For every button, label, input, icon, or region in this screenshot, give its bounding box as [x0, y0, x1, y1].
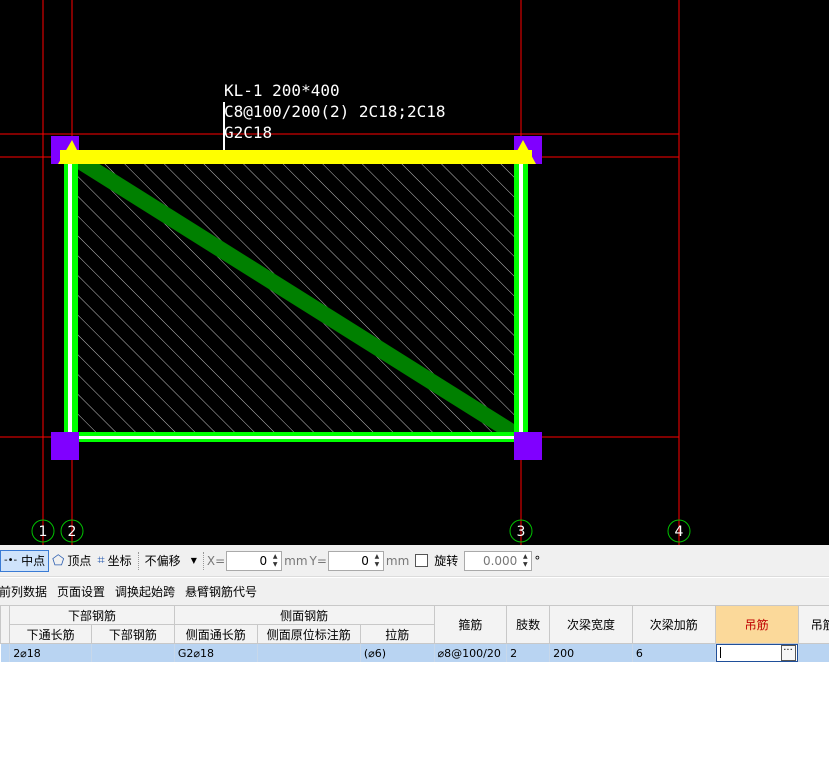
axis-label-4: 4	[675, 524, 684, 540]
row-selector[interactable]	[0, 643, 11, 662]
left-beam-core	[68, 160, 72, 438]
drawing-canvas[interactable]: 1 2 3 4 KL-1 200*400 C8@100/200(2) 2C18;…	[0, 0, 829, 545]
cell-secondary-extra[interactable]: 6	[632, 643, 716, 662]
row-header-corner	[0, 605, 11, 644]
column-header-hanger[interactable]: 吊筋	[714, 605, 799, 644]
table-row[interactable]: 2⌀18 G2⌀18 (⌀6) ⌀8@100/20 2 200 6 ···	[0, 643, 829, 662]
group-header-side-rebar: 侧面钢筋	[173, 605, 435, 625]
degree-symbol: °	[534, 553, 541, 568]
menu-item-page-setup[interactable]: 页面设置	[57, 583, 105, 600]
menu-item-cantilever-code[interactable]: 悬臂钢筋代号	[185, 583, 257, 600]
menu-item-swap-start-span[interactable]: 调换起始跨	[115, 583, 175, 600]
menu-item-copy-column[interactable]: 前列数据	[0, 583, 47, 600]
offset-mode-value: 不偏移	[144, 554, 181, 568]
coordinate-icon: ⌗	[97, 553, 105, 568]
beam-label-line1: KL-1 200*400	[224, 81, 340, 100]
beam-label-line3: G2C18	[224, 123, 273, 142]
ellipsis-button[interactable]: ···	[780, 645, 796, 661]
grid-menu-bar: 前列数据 页面设置 调换起始跨 悬臂钢筋代号	[0, 578, 829, 605]
rotate-angle-stepper[interactable]: ▲ ▼	[520, 553, 530, 569]
column-header-legs[interactable]: 肢数	[506, 605, 551, 644]
rotate-label: 旋转	[434, 554, 459, 568]
column-bottom-right[interactable]	[514, 432, 542, 460]
x-unit: mm	[284, 553, 308, 568]
cell-side-continuous[interactable]: G2⌀18	[174, 643, 258, 662]
vertex-snap-button[interactable]: ⬠ 顶点	[49, 550, 94, 572]
beam-label-line2: C8@100/200(2) 2C18;2C18	[224, 102, 446, 121]
rotate-angle-input[interactable]: 0.000 ▲ ▼	[464, 550, 533, 571]
x-offset-stepper[interactable]: ▲ ▼	[270, 553, 280, 569]
column-header-secondary-extra[interactable]: 次梁加筋	[631, 605, 716, 644]
coordinate-snap-button[interactable]: ⌗ 坐标	[94, 550, 134, 572]
cell-side-original[interactable]	[257, 643, 361, 662]
axis-bubbles: 1 2 3 4	[31, 519, 691, 543]
x-label: X=	[206, 553, 226, 568]
beam-property-grid: 下部钢筋 侧面钢筋 箍筋 肢数 次梁宽度 次梁加筋 吊筋 吊筋锚 下通长筋 下部…	[0, 605, 829, 662]
cell-hanger-editor[interactable]: ···	[715, 643, 799, 662]
column-header-tie-bar[interactable]: 拉筋	[359, 624, 435, 644]
offset-mode-select[interactable]: 不偏移 ▼	[142, 550, 200, 572]
coordinate-label: 坐标	[107, 554, 132, 568]
column-header-hanger-anchor[interactable]: 吊筋锚	[797, 605, 829, 644]
right-beam-core	[519, 160, 523, 438]
axis-label-2: 2	[68, 524, 77, 540]
toolbar-separator	[202, 551, 204, 570]
snap-toolbar: -•- 中点 ⬠ 顶点 ⌗ 坐标 不偏移 ▼ X= 0 ▲ ▼ mm Y= 0 ▲…	[0, 545, 829, 577]
midpoint-icon: -•-	[4, 555, 18, 566]
bottom-beam-core	[72, 436, 520, 439]
column-bottom-left[interactable]	[51, 432, 79, 460]
cell-legs[interactable]: 2	[506, 643, 551, 662]
column-header-side-continuous[interactable]: 侧面通长筋	[173, 624, 258, 644]
column-header-stirrup[interactable]: 箍筋	[433, 605, 508, 644]
y-unit: mm	[385, 553, 410, 568]
text-caret	[719, 647, 721, 658]
cell-bottom-rebar[interactable]	[91, 643, 175, 662]
y-offset-stepper[interactable]: ▲ ▼	[372, 553, 382, 569]
drawing-svg[interactable]: 1 2 3 4	[0, 0, 829, 545]
cell-stirrup[interactable]: ⌀8@100/20	[434, 643, 508, 662]
y-label: Y=	[309, 553, 327, 568]
selected-beam-kl1[interactable]	[60, 150, 532, 164]
axis-label-3: 3	[517, 524, 526, 540]
column-header-side-original[interactable]: 侧面原位标注筋	[256, 624, 361, 644]
chevron-down-icon: ▼	[190, 556, 197, 565]
vertex-label: 顶点	[67, 554, 92, 568]
cell-hanger-anchor[interactable]	[798, 643, 829, 662]
y-offset-input[interactable]: 0 ▲ ▼	[327, 550, 384, 571]
cell-bottom-continuous[interactable]: 2⌀18	[9, 643, 92, 662]
midpoint-snap-button[interactable]: -•- 中点	[0, 549, 50, 572]
group-header-bottom-rebar: 下部钢筋	[9, 605, 175, 625]
axis-label-1: 1	[39, 524, 48, 540]
vertex-icon: ⬠	[52, 552, 65, 569]
toolbar-separator	[137, 551, 139, 570]
rotate-checkbox[interactable]	[415, 554, 429, 567]
column-header-secondary-width[interactable]: 次梁宽度	[549, 605, 633, 644]
x-offset-value: 0	[259, 553, 268, 568]
cell-secondary-width[interactable]: 200	[549, 643, 633, 662]
y-offset-value: 0	[361, 553, 369, 568]
midpoint-label: 中点	[21, 554, 46, 568]
hanger-input[interactable]: ···	[715, 644, 798, 662]
x-offset-input[interactable]: 0 ▲ ▼	[226, 550, 283, 571]
column-header-bottom-rebar[interactable]: 下部钢筋	[90, 624, 175, 644]
column-header-bottom-continuous[interactable]: 下通长筋	[9, 624, 92, 644]
rotate-angle-value: 0.000	[482, 553, 518, 568]
cell-tie-bar[interactable]: (⌀6)	[360, 643, 435, 662]
